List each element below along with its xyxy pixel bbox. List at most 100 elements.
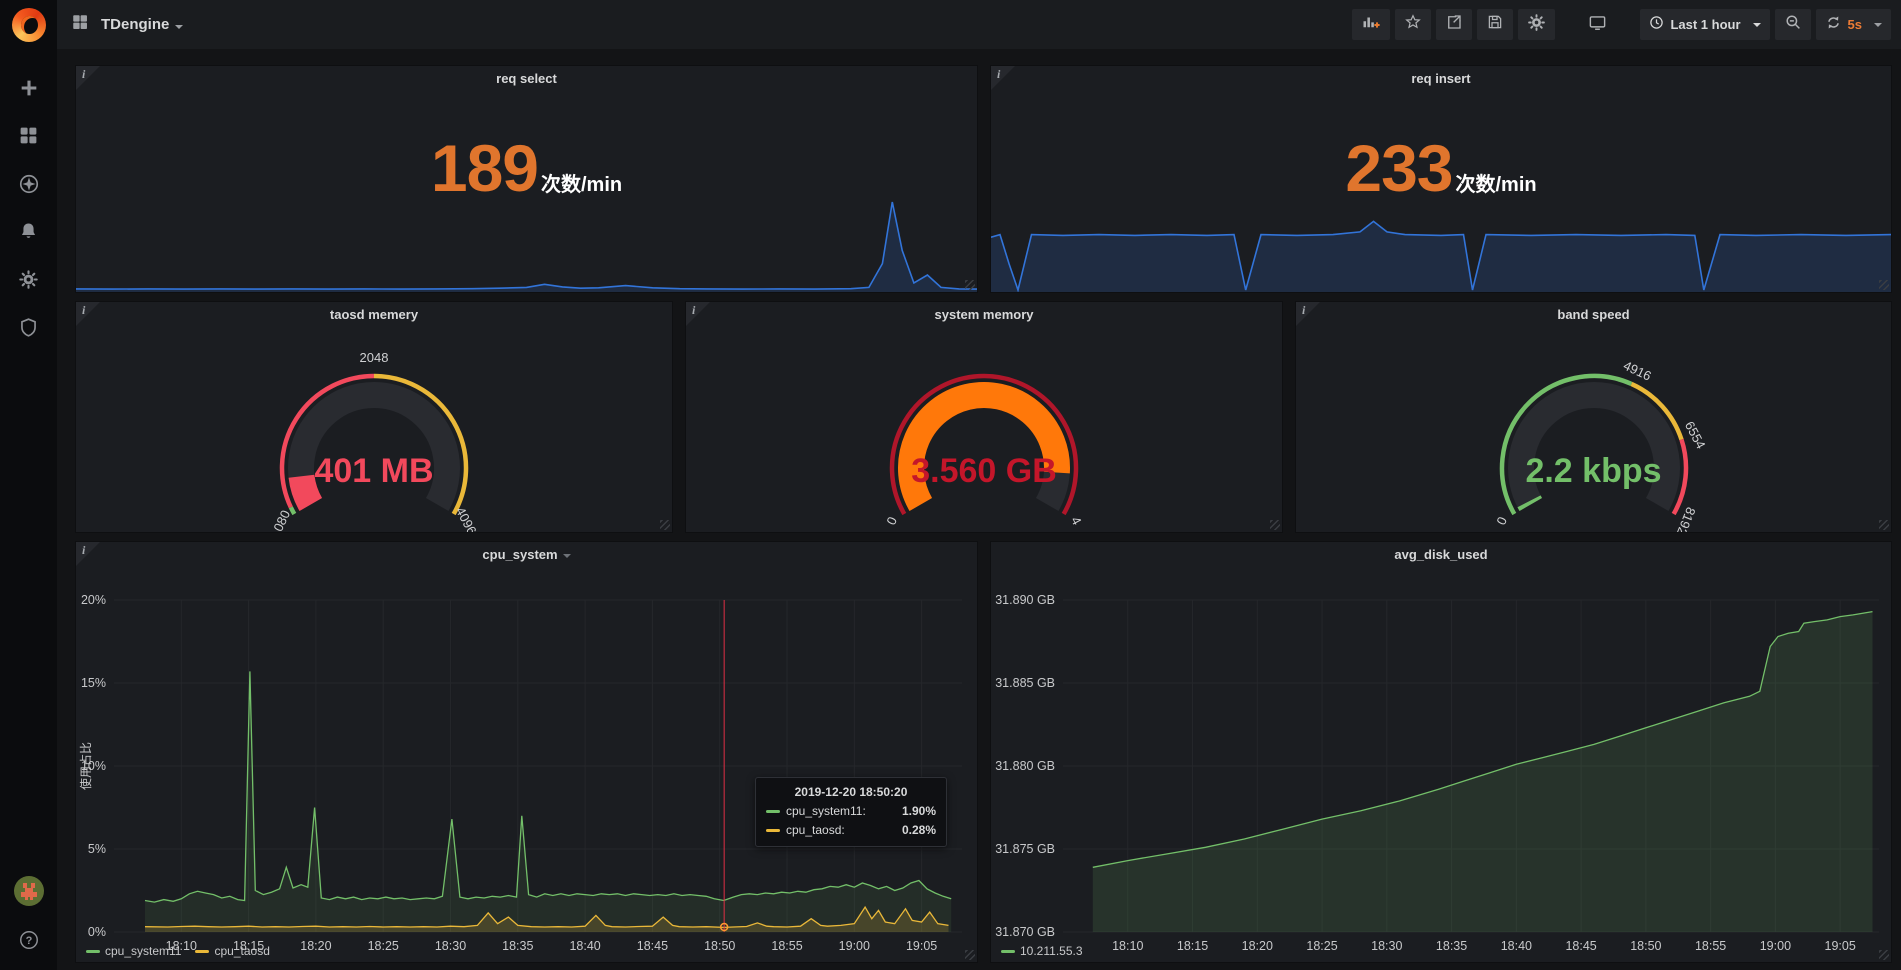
x-axis-tick-label: 18:30 [1371,939,1402,953]
sidebar-item-create[interactable] [0,77,57,103]
tooltip-series-value: 0.28% [902,823,936,837]
user-avatar[interactable] [14,876,44,911]
x-axis-tick-label: 18:50 [1630,939,1661,953]
gauge-scale-label: 080 [270,508,293,532]
share-button[interactable] [1436,9,1472,40]
gauge-scale-label: 2048 [360,350,389,365]
x-axis-tick-label: 18:35 [502,939,533,953]
x-axis-tick-label: 18:25 [368,939,399,953]
x-axis-tick-label: 19:05 [906,939,937,953]
gear-icon [1527,13,1546,37]
singlestat-value: 233 [1345,130,1452,206]
shield-icon [18,317,39,343]
svg-text:?: ? [25,935,32,947]
resize-handle[interactable] [965,280,975,290]
time-series-graph[interactable]: 0%5%10%15%20%18:1018:1518:2018:2518:3018… [76,542,977,962]
y-axis-tick-label: 31.870 GB [995,925,1055,939]
sparkline-area [76,202,977,292]
dashboard-title-menu[interactable]: TDengine [101,16,183,34]
gauge: 0491665548192 [1296,326,1891,532]
panel-title[interactable]: req insert [991,71,1891,86]
sidebar-item-dashboards[interactable] [0,125,57,151]
gauge-value: 401 MB [76,452,672,491]
navbar: TDengine [57,0,1901,49]
tooltip-row: cpu_taosd: 0.28% [766,823,936,837]
time-series-graph[interactable]: 31.870 GB31.875 GB31.880 GB31.885 GB31.8… [991,542,1891,962]
help-button[interactable]: ? [18,929,40,956]
sparkline-area [991,221,1891,292]
series-color-dash [766,829,780,832]
gauge-scale-label: 0 [1493,514,1510,527]
singlestat-value: 189 [431,130,538,206]
resize-handle[interactable] [660,520,670,530]
x-axis-tick-label: 18:50 [704,939,735,953]
save-button[interactable] [1477,9,1513,40]
gauge-threshold-arc [291,507,294,514]
legend-item-host[interactable]: 10.211.55.3 [1001,944,1083,958]
resize-handle[interactable] [1270,520,1280,530]
panel-title[interactable]: system memory [686,307,1282,322]
legend-label: cpu_taosd [214,944,269,958]
x-axis-tick-label: 18:55 [771,939,802,953]
legend-color-dash [1001,950,1015,953]
panel-title[interactable]: band speed [1296,307,1891,322]
y-axis-tick-label: 31.885 GB [995,676,1055,690]
panel-taosd-memory: i taosd memery 08020484096 401 MB [75,301,673,533]
panel-title[interactable]: taosd memery [76,307,672,322]
dashboard-settings-button[interactable] [1518,9,1555,40]
resize-handle[interactable] [1879,280,1889,290]
gauge-scale-label: 6554 [1681,419,1708,452]
star-button[interactable] [1395,9,1431,40]
legend-item-cpu-taosd[interactable]: cpu_taosd [195,944,269,958]
sidebar-item-server-admin[interactable] [0,317,57,343]
panel-avg-disk-used: avg_disk_used 31.870 GB31.875 GB31.880 G… [990,541,1892,963]
sidebar-item-alerting[interactable] [0,221,57,247]
y-axis-tick-label: 31.875 GB [995,842,1055,856]
plus-icon [18,77,40,104]
x-axis-tick-label: 18:20 [300,939,331,953]
resize-handle[interactable] [1879,950,1889,960]
gear-icon [18,269,39,295]
gauge-value-arc [1529,501,1531,504]
gauge-scale-label: 4096 [453,504,480,532]
tooltip-series-value: 1.90% [902,804,936,818]
x-axis-tick-label: 18:40 [569,939,600,953]
panel-band-speed: i band speed 0491665548192 2.2 kbps [1295,301,1892,533]
add-panel-icon [1361,13,1381,36]
gauge-value: 2.2 kbps [1296,452,1891,491]
panel-title[interactable]: avg_disk_used [991,547,1891,562]
chevron-down-icon [563,554,571,558]
chevron-down-icon [1874,23,1882,27]
chevron-down-icon [175,25,183,29]
chevron-down-icon [1753,23,1761,27]
sparkline[interactable] [991,200,1891,292]
refresh-interval-label: 5s [1848,17,1862,32]
cycle-view-button[interactable] [1579,9,1616,40]
legend-color-dash [86,950,100,953]
panel-title[interactable]: req select [76,71,977,86]
add-panel-button[interactable] [1352,9,1390,40]
gauge-value: 3.560 GB [686,452,1282,491]
sidebar-item-configuration[interactable] [0,269,57,295]
grafana-logo[interactable] [0,0,57,49]
resize-handle[interactable] [965,950,975,960]
gauge-scale-label: 4 [1068,514,1085,527]
y-axis-tick-label: 20% [81,593,106,607]
sparkline[interactable] [76,200,977,292]
panel-req-insert: i req insert 233 次数/min [990,65,1892,293]
question-icon: ? [18,938,40,955]
sidebar-item-explore[interactable] [0,173,57,199]
legend-item-cpu-system11[interactable]: cpu_system11 [86,944,181,958]
apps-grid-icon[interactable] [71,13,89,36]
time-range-button[interactable]: Last 1 hour [1640,9,1769,40]
x-axis-tick-label: 18:35 [1436,939,1467,953]
refresh-button[interactable]: 5s [1816,9,1891,40]
resize-handle[interactable] [1879,520,1889,530]
x-axis-tick-label: 18:40 [1501,939,1532,953]
x-axis-tick-label: 18:55 [1695,939,1726,953]
zoom-out-button[interactable] [1775,9,1811,40]
x-axis-tick-label: 19:05 [1825,939,1856,953]
y-axis-title: 使用占比 [78,742,93,790]
x-axis-tick-label: 18:15 [1177,939,1208,953]
panel-title[interactable]: cpu_system [76,547,977,562]
